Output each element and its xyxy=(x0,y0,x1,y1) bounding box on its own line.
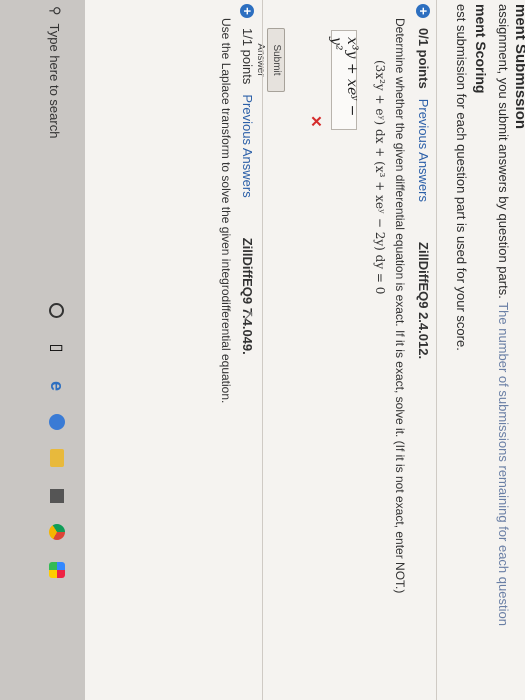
x-mark-icon: ✕ xyxy=(307,115,324,128)
cortana-icon[interactable] xyxy=(47,300,67,320)
scoring-heading: ment Scoring xyxy=(473,4,489,94)
submission-info-b: The number of submissions remaining for … xyxy=(496,302,511,626)
question-1-previous-answers[interactable]: Previous Answers xyxy=(416,99,431,202)
photo-stage: ment Submission assignment, you submit a… xyxy=(0,0,525,700)
chrome-icon[interactable] xyxy=(47,522,67,542)
question-1-header: + 0/1 points Previous Answers ZillDiffEQ… xyxy=(416,4,431,359)
question-1-points: 0/1 points xyxy=(416,28,431,89)
question-1-answer-box[interactable]: x³y + xeʸ − y² xyxy=(328,30,360,130)
page-title: ment Submission xyxy=(512,4,525,130)
app-colored-icon[interactable] xyxy=(47,560,67,580)
submission-info-a: assignment, you submit answers by questi… xyxy=(496,4,511,299)
question-1-code: ZillDiffEQ9 2.4.012. xyxy=(416,242,431,360)
question-2-header: + 1/1 points Previous Answers ZillDiffEQ… xyxy=(240,4,255,355)
task-view-icon[interactable]: ▯ xyxy=(47,338,67,358)
question-1-prompt: Determine whether the given differential… xyxy=(393,18,407,594)
browser-screen: ment Submission assignment, you submit a… xyxy=(0,0,525,700)
question-1-equation: (3x²y + eʸ) dx + (x³ + xeʸ − 2y) dy = 0 xyxy=(373,60,387,295)
search-placeholder: Type here to search xyxy=(47,23,63,139)
divider xyxy=(436,0,437,700)
edge-icon[interactable]: e xyxy=(47,376,68,396)
app-icon[interactable] xyxy=(47,412,67,432)
plus-circle-icon[interactable]: + xyxy=(240,4,255,18)
submission-info: assignment, you submit answers by questi… xyxy=(496,4,511,626)
windows-taskbar: ⚲ Type here to search ▯ e xyxy=(0,0,85,700)
submit-answer-button[interactable]: Submit Answer xyxy=(255,28,285,92)
question-2-prompt: Use the Laplace transform to solve the g… xyxy=(219,18,233,404)
divider xyxy=(262,0,263,700)
taskbar-search[interactable]: ⚲ Type here to search xyxy=(47,6,64,139)
mouse-cursor-icon: ↖ xyxy=(241,310,257,322)
search-icon: ⚲ xyxy=(48,6,63,16)
question-2-points: 1/1 points xyxy=(240,28,255,85)
folder-icon[interactable] xyxy=(47,448,67,468)
store-icon[interactable] xyxy=(47,486,67,506)
question-2-previous-answers[interactable]: Previous Answers xyxy=(240,94,255,197)
scoring-info: est submission for each question part is… xyxy=(454,4,469,351)
assignment-page: ment Submission assignment, you submit a… xyxy=(85,0,525,700)
question-2-code: ZillDiffEQ9 7.4.049. xyxy=(240,237,255,355)
plus-circle-icon[interactable]: + xyxy=(416,4,431,18)
